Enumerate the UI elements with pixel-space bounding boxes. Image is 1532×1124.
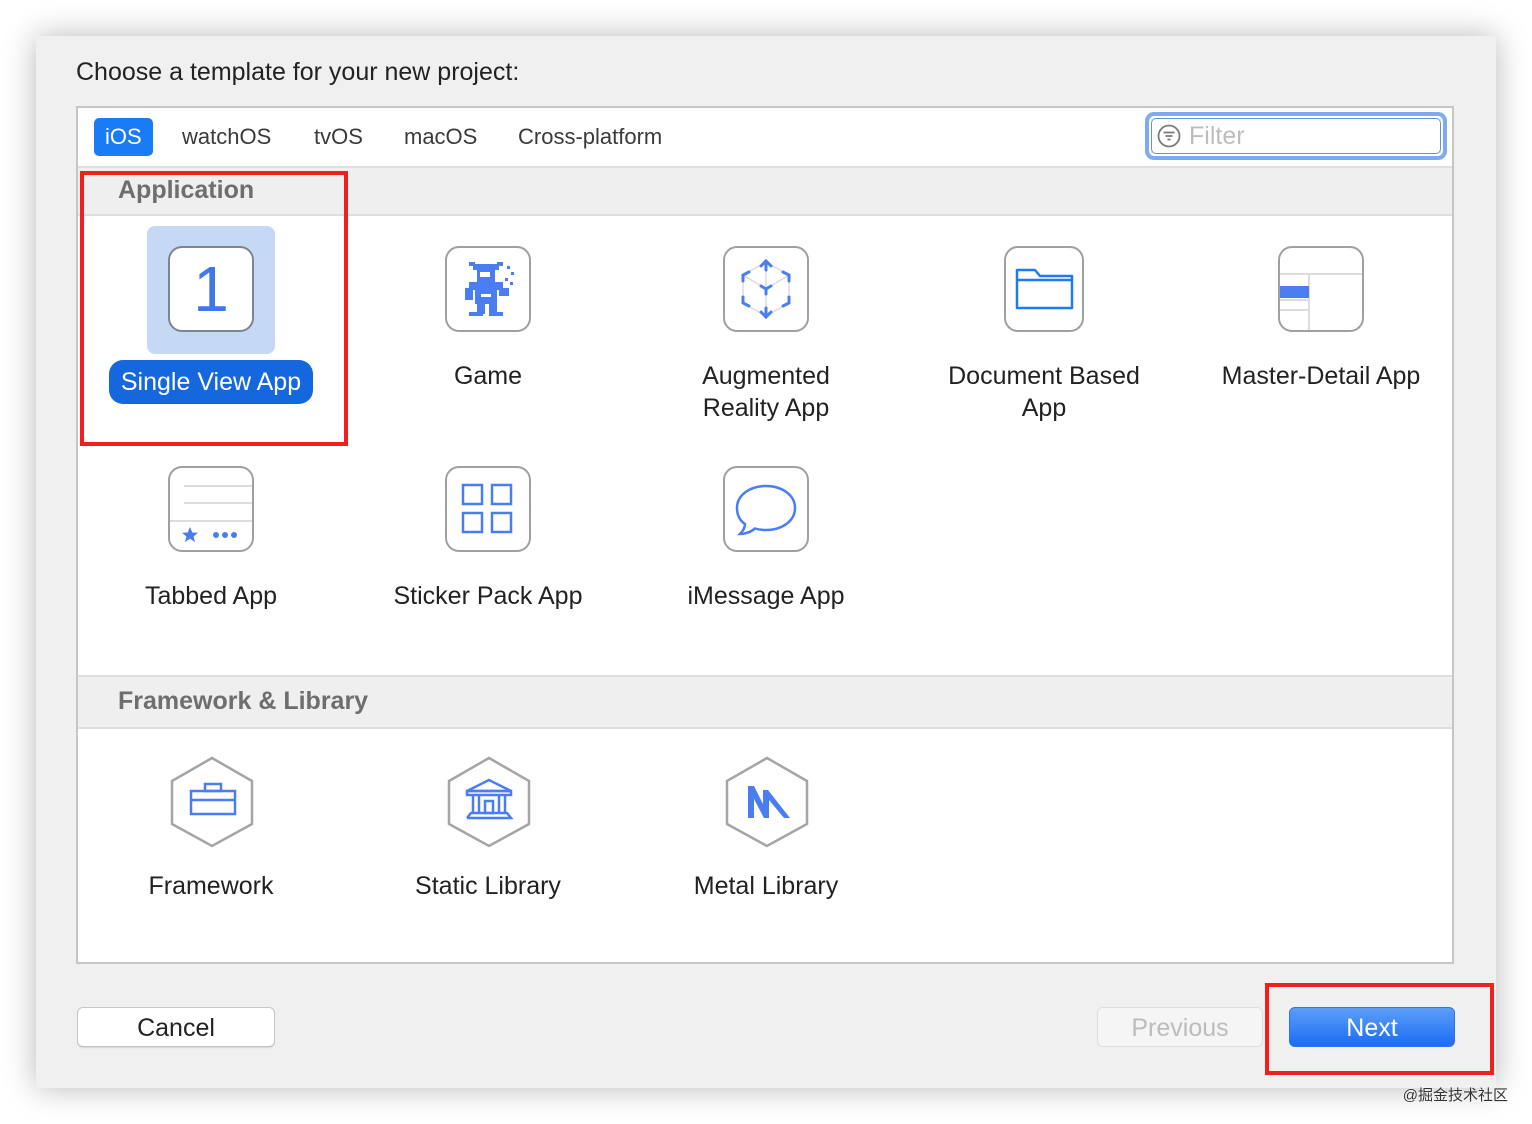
template-label: Tabbed App <box>144 582 278 610</box>
template-label: Metal Library <box>693 872 839 900</box>
template-panel: iOS watchOS tvOS macOS Cross-platform Ap… <box>76 106 1454 964</box>
toolbox-icon <box>168 756 256 848</box>
section-title: Framework & Library <box>118 687 369 715</box>
metal-icon <box>723 756 811 848</box>
folder-icon <box>1004 246 1084 332</box>
icon-container <box>147 446 275 574</box>
watermark: @掘金技术社区 <box>1402 1087 1508 1104</box>
tab-ios[interactable]: iOS <box>94 118 153 156</box>
template-label: iMessage App <box>687 582 845 610</box>
template-label: Framework <box>148 872 274 900</box>
template-static-library[interactable]: Static Library <box>350 736 626 902</box>
icon-container <box>147 736 275 864</box>
template-game[interactable]: Game <box>350 226 626 392</box>
template-sticker-pack-app[interactable]: Sticker Pack App <box>350 446 626 612</box>
template-label: Static Library <box>415 872 561 900</box>
icon-container <box>424 446 552 574</box>
new-project-dialog: Choose a template for your new project: … <box>36 36 1496 1088</box>
previous-button[interactable]: Previous <box>1097 1007 1263 1047</box>
icon-container <box>424 226 552 354</box>
section-title: Application <box>118 176 255 204</box>
icon-container <box>702 226 830 354</box>
label-line-2: Reality App <box>702 394 830 422</box>
template-master-detail-app[interactable]: Master-Detail App <box>1183 226 1459 392</box>
template-label: Sticker Pack App <box>393 582 583 610</box>
next-button[interactable]: Next <box>1289 1007 1455 1047</box>
template-framework[interactable]: Framework <box>73 736 349 902</box>
icon-container <box>1257 226 1385 354</box>
single-view-digit: 1 <box>193 253 229 325</box>
icon-container <box>424 736 552 864</box>
template-label: Master-Detail App <box>1221 362 1421 390</box>
library-building-icon <box>445 756 533 848</box>
message-bubble-icon <box>723 466 809 552</box>
template-label: Single View App <box>108 360 314 404</box>
section-header-application: Application <box>78 166 1452 216</box>
sticker-grid-icon <box>445 466 531 552</box>
game-sprite-icon <box>445 246 531 332</box>
template-label: Augmented Reality App <box>690 360 842 424</box>
filter-icon <box>1157 124 1181 148</box>
template-label: Document Based App <box>936 360 1152 424</box>
tab-macos[interactable]: macOS <box>393 118 488 156</box>
template-tabbed-app[interactable]: Tabbed App <box>73 446 349 612</box>
template-metal-library[interactable]: Metal Library <box>628 736 904 902</box>
label-line-1: Document Based <box>948 362 1140 390</box>
cancel-button[interactable]: Cancel <box>77 1007 275 1047</box>
template-imessage-app[interactable]: iMessage App <box>628 446 904 612</box>
selection-highlight: 1 <box>147 226 275 354</box>
master-detail-icon <box>1278 246 1364 332</box>
tab-cross-platform[interactable]: Cross-platform <box>507 118 673 156</box>
ar-cube-icon <box>723 246 809 332</box>
icon-container <box>702 736 830 864</box>
section-header-framework-library: Framework & Library <box>78 675 1452 729</box>
platform-tab-bar: iOS watchOS tvOS macOS Cross-platform <box>78 108 1452 168</box>
template-augmented-reality-app[interactable]: Augmented Reality App <box>628 226 904 424</box>
label-line-2: App <box>1021 394 1067 422</box>
icon-container <box>702 446 830 574</box>
template-document-based-app[interactable]: Document Based App <box>906 226 1182 424</box>
tab-watchos[interactable]: watchOS <box>171 118 282 156</box>
template-single-view-app[interactable]: 1 Single View App <box>73 226 349 404</box>
filter-field[interactable] <box>1145 112 1447 160</box>
tab-bar-icon <box>168 466 254 552</box>
icon-container <box>980 226 1108 354</box>
filter-input[interactable] <box>1187 118 1431 154</box>
tab-tvos[interactable]: tvOS <box>303 118 374 156</box>
single-view-icon: 1 <box>168 246 254 332</box>
dialog-title: Choose a template for your new project: <box>76 58 520 86</box>
label-line-1: Augmented <box>702 362 830 390</box>
template-label: Game <box>453 362 523 390</box>
